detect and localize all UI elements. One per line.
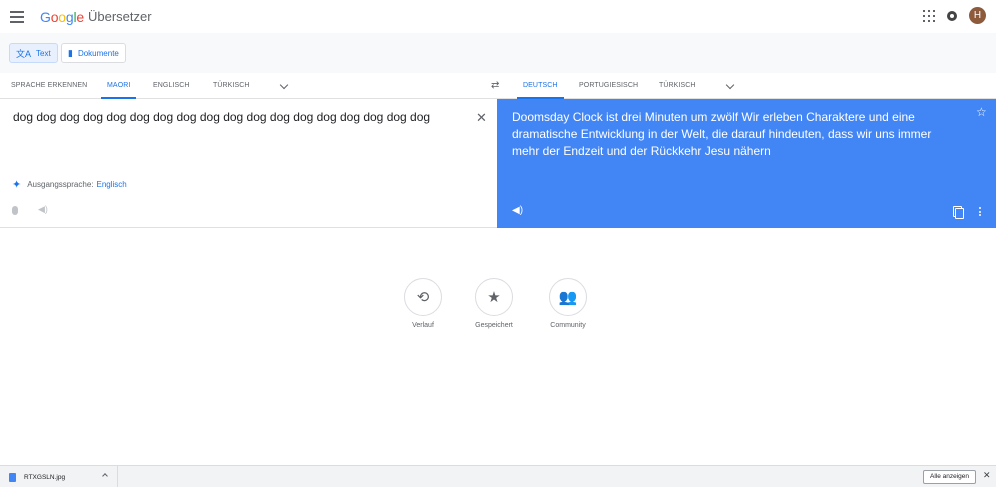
google-translate-page: Google Übersetzer H 文A Text ▮ Dokumente … <box>0 0 996 487</box>
history-icon: ⟲ <box>404 278 442 316</box>
mode-bar: 文A Text ▮ Dokumente <box>0 33 996 73</box>
community-icon: 👥 <box>549 278 587 316</box>
google-logo[interactable]: Google <box>40 9 84 25</box>
source-more-languages-chevron-icon[interactable] <box>279 80 289 90</box>
detected-language-prefix: Ausgangssprache: <box>27 180 94 189</box>
microphone-icon[interactable] <box>12 206 18 215</box>
more-options-icon[interactable] <box>979 207 981 216</box>
saved-button[interactable]: ★ Gespeichert <box>464 278 524 329</box>
tab-source-english[interactable]: ENGLISCH <box>153 73 190 99</box>
language-bar: SPRACHE ERKENNEN MAORI ENGLISCH TÜRKISCH… <box>0 73 996 99</box>
account-avatar[interactable]: H <box>969 7 986 24</box>
close-shelf-icon[interactable]: ✕ <box>983 470 991 481</box>
saved-label: Gespeichert <box>475 322 513 329</box>
image-file-icon <box>9 472 16 482</box>
download-file-name: RTXGSLN.jpg <box>24 473 66 481</box>
source-panel: dog dog dog dog dog dog dog dog dog dog … <box>0 99 497 228</box>
top-header: Google Übersetzer H <box>0 0 996 33</box>
save-star-icon[interactable]: ☆ <box>976 105 987 119</box>
clear-source-icon[interactable]: ✕ <box>476 110 487 126</box>
tab-target-portuguese[interactable]: PORTUGIESISCH <box>579 73 638 99</box>
notifications-icon[interactable] <box>947 10 957 21</box>
tab-target-turkish[interactable]: TÜRKISCH <box>659 73 696 99</box>
detected-language-link[interactable]: Englisch <box>96 180 126 189</box>
community-button[interactable]: 👥 Community <box>538 278 598 329</box>
history-label: Verlauf <box>412 322 434 329</box>
tab-detect-language[interactable]: SPRACHE ERKENNEN <box>11 73 87 99</box>
star-icon: ★ <box>475 278 513 316</box>
target-panel: Doomsday Clock ist drei Minuten um zwölf… <box>497 99 996 228</box>
hamburger-menu-icon[interactable] <box>10 10 24 23</box>
documents-mode-label: Dokumente <box>77 48 119 58</box>
documents-mode-button[interactable]: ▮ Dokumente <box>61 43 126 63</box>
download-shelf: RTXGSLN.jpg Alle anzeigen ✕ <box>0 465 996 487</box>
document-icon: ▮ <box>68 47 73 58</box>
source-speaker-icon[interactable]: ◀) <box>38 204 48 215</box>
tab-source-maori[interactable]: MAORI <box>100 73 138 99</box>
text-mode-button[interactable]: 文A Text <box>9 43 58 63</box>
source-text-input[interactable]: dog dog dog dog dog dog dog dog dog dog … <box>13 109 433 126</box>
translate-icon: 文A <box>16 48 32 59</box>
app-name: Übersetzer <box>88 9 152 24</box>
history-button[interactable]: ⟲ Verlauf <box>393 278 453 329</box>
download-options-chevron-icon[interactable] <box>102 473 108 479</box>
header-right: H <box>923 7 986 24</box>
tab-source-turkish[interactable]: TÜRKISCH <box>213 73 250 99</box>
detected-language: ✦ Ausgangssprache: Englisch <box>12 178 127 191</box>
download-item[interactable]: RTXGSLN.jpg <box>0 466 118 487</box>
apps-grid-icon[interactable] <box>923 9 935 22</box>
community-label: Community <box>550 322 586 329</box>
target-more-languages-chevron-icon[interactable] <box>725 80 735 90</box>
copy-icon[interactable] <box>953 206 964 219</box>
sparkle-icon: ✦ <box>12 179 22 191</box>
show-all-downloads-button[interactable]: Alle anzeigen <box>923 470 977 484</box>
tab-target-german[interactable]: DEUTSCH <box>517 73 564 99</box>
translated-text: Doomsday Clock ist drei Minuten um zwölf… <box>512 110 932 158</box>
swap-languages-icon[interactable]: ⇄ <box>491 80 499 91</box>
target-speaker-icon[interactable]: ◀) <box>512 205 523 216</box>
text-mode-label: Text <box>36 48 51 58</box>
